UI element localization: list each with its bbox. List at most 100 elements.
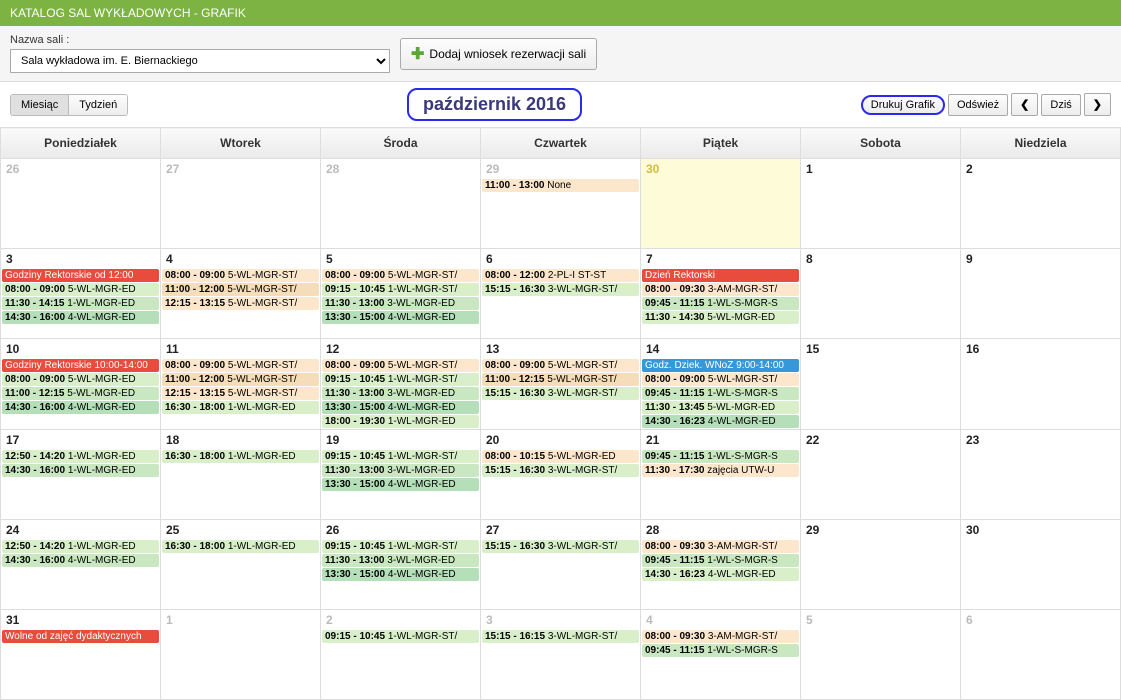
calendar-event[interactable]: 14:30 - 16:23 4-WL-MGR-ED [642,415,799,428]
calendar-event[interactable]: 08:00 - 09:00 5-WL-MGR-ST/ [322,269,479,282]
calendar-cell[interactable]: 1 [801,159,961,249]
calendar-event[interactable]: 08:00 - 09:00 5-WL-MGR-ST/ [162,269,319,282]
calendar-event[interactable]: 15:15 - 16:30 3-WL-MGR-ST/ [482,540,639,553]
calendar-event[interactable]: 09:15 - 10:45 1-WL-MGR-ST/ [322,283,479,296]
refresh-button[interactable]: Odśwież [948,94,1008,116]
calendar-event[interactable]: 11:30 - 14:15 1-WL-MGR-ED [2,297,159,310]
calendar-cell[interactable]: 2516:30 - 18:00 1-WL-MGR-ED [161,520,321,610]
calendar-event[interactable]: 09:45 - 11:15 1-WL-S-MGR-S [642,297,799,310]
calendar-event[interactable]: 11:00 - 13:00 None [482,179,639,192]
calendar-event[interactable]: 08:00 - 09:30 3-AM-MGR-ST/ [642,630,799,643]
calendar-cell[interactable]: 408:00 - 09:00 5-WL-MGR-ST/11:00 - 12:00… [161,249,321,339]
calendar-event[interactable]: 11:00 - 12:15 5-WL-MGR-ST/ [482,373,639,386]
room-select[interactable]: Sala wykładowa im. E. Biernackiego [10,49,390,73]
calendar-event[interactable]: Godz. Dziek. WNoZ 9:00-14:00 [642,359,799,372]
calendar-cell[interactable]: 2609:15 - 10:45 1-WL-MGR-ST/11:30 - 13:0… [321,520,481,610]
calendar-event[interactable]: 11:30 - 13:45 5-WL-MGR-ED [642,401,799,414]
calendar-cell[interactable]: 1208:00 - 09:00 5-WL-MGR-ST/09:15 - 10:4… [321,339,481,430]
calendar-event[interactable]: 11:30 - 17:30 zajęcia UTW-U [642,464,799,477]
calendar-event[interactable]: 14:30 - 16:23 4-WL-MGR-ED [642,568,799,581]
calendar-event[interactable]: 16:30 - 18:00 1-WL-MGR-ED [162,540,319,553]
calendar-event[interactable]: 09:15 - 10:45 1-WL-MGR-ST/ [322,630,479,643]
calendar-event[interactable]: 11:30 - 13:00 3-WL-MGR-ED [322,464,479,477]
calendar-event[interactable]: 08:00 - 09:00 5-WL-MGR-ED [2,283,159,296]
calendar-event[interactable]: 11:00 - 12:00 5-WL-MGR-ST/ [162,283,319,296]
calendar-event[interactable]: 08:00 - 09:30 3-AM-MGR-ST/ [642,540,799,553]
calendar-cell[interactable]: 8 [801,249,961,339]
calendar-event[interactable]: 13:30 - 15:00 4-WL-MGR-ED [322,401,479,414]
calendar-event[interactable]: 09:15 - 10:45 1-WL-MGR-ST/ [322,373,479,386]
calendar-event[interactable]: 09:45 - 11:15 1-WL-S-MGR-S [642,644,799,657]
calendar-cell[interactable]: 2 [961,159,1121,249]
next-button[interactable]: ❯ [1084,93,1111,116]
calendar-cell[interactable]: 26 [1,159,161,249]
calendar-cell[interactable]: 9 [961,249,1121,339]
calendar-event[interactable]: 16:30 - 18:00 1-WL-MGR-ED [162,401,319,414]
calendar-cell[interactable]: 315:15 - 16:15 3-WL-MGR-ST/ [481,610,641,700]
print-button[interactable]: Drukuj Grafik [861,95,945,115]
calendar-cell[interactable]: 508:00 - 09:00 5-WL-MGR-ST/09:15 - 10:45… [321,249,481,339]
calendar-event[interactable]: 13:30 - 15:00 4-WL-MGR-ED [322,478,479,491]
calendar-event[interactable]: 14:30 - 16:00 4-WL-MGR-ED [2,554,159,567]
calendar-event[interactable]: 09:45 - 11:15 1-WL-S-MGR-S [642,387,799,400]
calendar-event[interactable]: 13:30 - 15:00 4-WL-MGR-ED [322,311,479,324]
calendar-cell[interactable]: 3Godziny Rektorskie od 12:0008:00 - 09:0… [1,249,161,339]
calendar-cell[interactable]: 2008:00 - 10:15 5-WL-MGR-ED15:15 - 16:30… [481,430,641,520]
calendar-cell[interactable]: 16 [961,339,1121,430]
tab-week[interactable]: Tydzień [69,95,127,115]
calendar-cell[interactable]: 209:15 - 10:45 1-WL-MGR-ST/ [321,610,481,700]
calendar-cell[interactable]: 23 [961,430,1121,520]
calendar-event[interactable]: 11:30 - 13:00 3-WL-MGR-ED [322,297,479,310]
calendar-event[interactable]: 11:30 - 13:00 3-WL-MGR-ED [322,554,479,567]
calendar-cell[interactable]: 2808:00 - 09:30 3-AM-MGR-ST/09:45 - 11:1… [641,520,801,610]
calendar-cell[interactable]: 6 [961,610,1121,700]
calendar-event[interactable]: 09:45 - 11:15 1-WL-S-MGR-S [642,450,799,463]
calendar-cell[interactable]: 1909:15 - 10:45 1-WL-MGR-ST/11:30 - 13:0… [321,430,481,520]
calendar-event[interactable]: 08:00 - 09:30 3-AM-MGR-ST/ [642,283,799,296]
calendar-event[interactable]: 13:30 - 15:00 4-WL-MGR-ED [322,568,479,581]
calendar-cell[interactable]: 15 [801,339,961,430]
calendar-event[interactable]: 08:00 - 09:00 5-WL-MGR-ST/ [642,373,799,386]
calendar-cell[interactable]: 608:00 - 12:00 2-PL-I ST-ST15:15 - 16:30… [481,249,641,339]
calendar-cell[interactable]: 5 [801,610,961,700]
calendar-event[interactable]: 11:00 - 12:15 5-WL-MGR-ED [2,387,159,400]
calendar-event[interactable]: 15:15 - 16:30 3-WL-MGR-ST/ [482,283,639,296]
calendar-event[interactable]: 16:30 - 18:00 1-WL-MGR-ED [162,450,319,463]
calendar-event[interactable]: 09:15 - 10:45 1-WL-MGR-ST/ [322,540,479,553]
today-button[interactable]: Dziś [1041,94,1080,116]
calendar-event[interactable]: 12:50 - 14:20 1-WL-MGR-ED [2,540,159,553]
calendar-cell[interactable]: 22 [801,430,961,520]
calendar-event[interactable]: 12:15 - 13:15 5-WL-MGR-ST/ [162,297,319,310]
calendar-event[interactable]: 08:00 - 12:00 2-PL-I ST-ST [482,269,639,282]
calendar-event[interactable]: Godziny Rektorskie 10:00-14:00 [2,359,159,372]
calendar-event[interactable]: 11:00 - 12:00 5-WL-MGR-ST/ [162,373,319,386]
calendar-event[interactable]: 14:30 - 16:00 4-WL-MGR-ED [2,311,159,324]
calendar-cell[interactable]: 28 [321,159,481,249]
calendar-cell[interactable]: 30 [961,520,1121,610]
calendar-event[interactable]: 12:50 - 14:20 1-WL-MGR-ED [2,450,159,463]
calendar-cell[interactable]: 30 [641,159,801,249]
calendar-cell[interactable]: 31Wolne od zajęć dydaktycznych [1,610,161,700]
calendar-event[interactable]: 08:00 - 09:00 5-WL-MGR-ED [2,373,159,386]
tab-month[interactable]: Miesiąc [11,95,69,115]
calendar-event[interactable]: 09:45 - 11:15 1-WL-S-MGR-S [642,554,799,567]
calendar-cell[interactable]: 1108:00 - 09:00 5-WL-MGR-ST/11:00 - 12:0… [161,339,321,430]
calendar-cell[interactable]: 1816:30 - 18:00 1-WL-MGR-ED [161,430,321,520]
calendar-event[interactable]: 15:15 - 16:30 3-WL-MGR-ST/ [482,464,639,477]
calendar-cell[interactable]: 2911:00 - 13:00 None [481,159,641,249]
calendar-cell[interactable]: 14Godz. Dziek. WNoZ 9:00-14:0008:00 - 09… [641,339,801,430]
calendar-event[interactable]: 11:30 - 13:00 3-WL-MGR-ED [322,387,479,400]
calendar-event[interactable]: 12:15 - 13:15 5-WL-MGR-ST/ [162,387,319,400]
calendar-event[interactable]: 14:30 - 16:00 1-WL-MGR-ED [2,464,159,477]
calendar-cell[interactable]: 2109:45 - 11:15 1-WL-S-MGR-S11:30 - 17:3… [641,430,801,520]
calendar-cell[interactable]: 1712:50 - 14:20 1-WL-MGR-ED14:30 - 16:00… [1,430,161,520]
calendar-cell[interactable]: 27 [161,159,321,249]
calendar-event[interactable]: 08:00 - 10:15 5-WL-MGR-ED [482,450,639,463]
calendar-event[interactable]: Wolne od zajęć dydaktycznych [2,630,159,643]
calendar-cell[interactable]: 408:00 - 09:30 3-AM-MGR-ST/09:45 - 11:15… [641,610,801,700]
add-reservation-button[interactable]: ✚ Dodaj wniosek rezerwacji sali [400,38,597,70]
calendar-event[interactable]: 08:00 - 09:00 5-WL-MGR-ST/ [162,359,319,372]
calendar-event[interactable]: 08:00 - 09:00 5-WL-MGR-ST/ [322,359,479,372]
calendar-event[interactable]: 15:15 - 16:15 3-WL-MGR-ST/ [482,630,639,643]
calendar-event[interactable]: 18:00 - 19:30 1-WL-MGR-ED [322,415,479,428]
